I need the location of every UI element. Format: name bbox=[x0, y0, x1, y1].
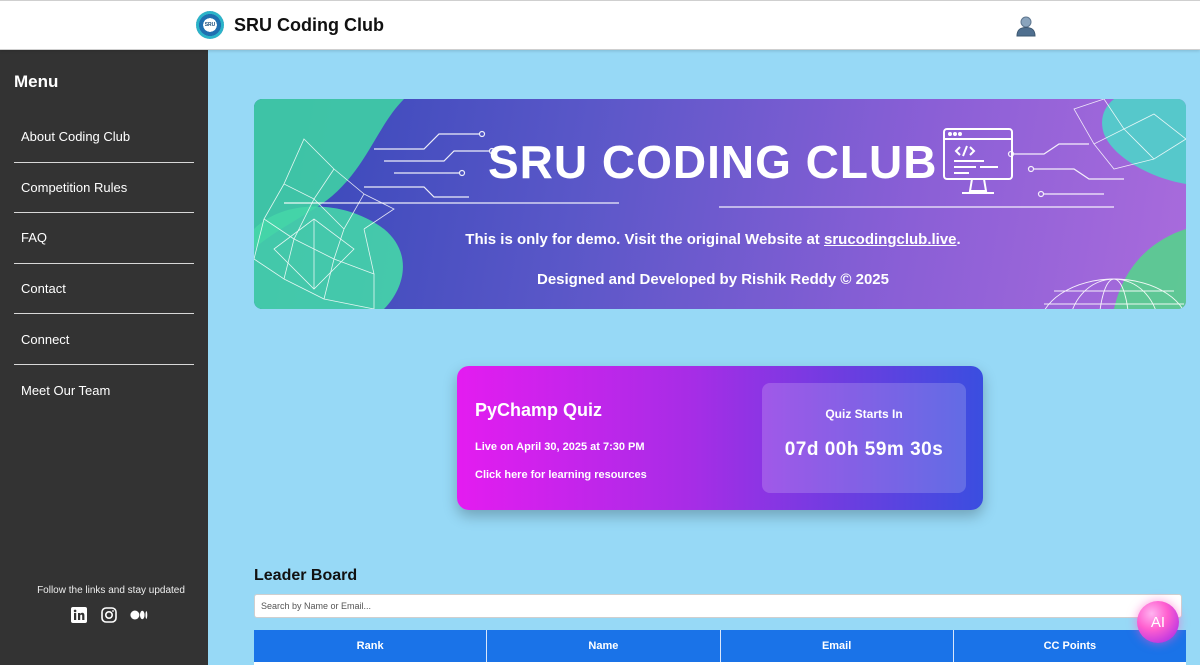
banner-credit: Designed and Developed by Rishik Reddy ©… bbox=[537, 271, 889, 288]
user-icon[interactable] bbox=[1016, 15, 1036, 37]
hero-banner: SRU CODING CLUB This is only for demo. V… bbox=[254, 99, 1186, 309]
menu-item-connect[interactable]: Connect bbox=[14, 314, 194, 365]
menu-item-faq[interactable]: FAQ bbox=[14, 213, 194, 264]
leaderboard-search-input[interactable] bbox=[254, 594, 1182, 618]
club-logo[interactable]: SRU bbox=[196, 11, 224, 39]
sidebar: Menu About Coding Club Competition Rules… bbox=[0, 50, 208, 665]
countdown-label: Quiz Starts In bbox=[825, 407, 903, 421]
quiz-live-time: Live on April 30, 2025 at 7:30 PM bbox=[475, 441, 645, 453]
menu-item-about[interactable]: About Coding Club bbox=[14, 112, 194, 163]
banner-title: SRU CODING CLUB bbox=[488, 136, 938, 188]
linkedin-icon[interactable] bbox=[70, 606, 88, 624]
demo-suffix: . bbox=[956, 231, 961, 248]
instagram-icon[interactable] bbox=[100, 606, 118, 624]
leaderboard-table-header: Rank Name Email CC Points bbox=[254, 630, 1186, 662]
column-header-email[interactable]: Email bbox=[721, 630, 954, 662]
social-links bbox=[70, 606, 148, 624]
ai-assistant-button[interactable]: AI bbox=[1137, 601, 1179, 643]
menu-title: Menu bbox=[14, 72, 59, 91]
logo-text: SRU bbox=[204, 22, 216, 28]
top-header: SRU SRU Coding Club bbox=[0, 0, 1200, 50]
menu-item-contact[interactable]: Contact bbox=[14, 264, 194, 315]
demo-notice: This is only for demo. Visit the origina… bbox=[254, 231, 1172, 248]
menu-item-meet-our-team[interactable]: Meet Our Team bbox=[14, 365, 194, 416]
leaderboard-title: Leader Board bbox=[254, 567, 358, 584]
countdown-value: 07d 00h 59m 30s bbox=[784, 439, 944, 460]
quiz-card: PyChamp Quiz Live on April 30, 2025 at 7… bbox=[457, 366, 983, 510]
countdown-box: Quiz Starts In 07d 00h 59m 30s bbox=[762, 383, 966, 493]
learning-resources-link[interactable]: Click here for learning resources bbox=[475, 469, 647, 481]
site-title[interactable]: SRU Coding Club bbox=[234, 15, 384, 36]
column-header-name[interactable]: Name bbox=[487, 630, 721, 662]
medium-icon[interactable] bbox=[130, 606, 148, 624]
demo-text: This is only for demo. Visit the origina… bbox=[465, 231, 824, 248]
column-header-rank[interactable]: Rank bbox=[254, 630, 488, 662]
original-site-link[interactable]: srucodingclub.live bbox=[824, 231, 957, 248]
menu-item-competition-rules[interactable]: Competition Rules bbox=[14, 163, 194, 214]
menu-list: About Coding Club Competition Rules FAQ … bbox=[14, 112, 194, 416]
quiz-title: PyChamp Quiz bbox=[475, 400, 603, 420]
follow-text: Follow the links and stay updated bbox=[37, 585, 185, 596]
